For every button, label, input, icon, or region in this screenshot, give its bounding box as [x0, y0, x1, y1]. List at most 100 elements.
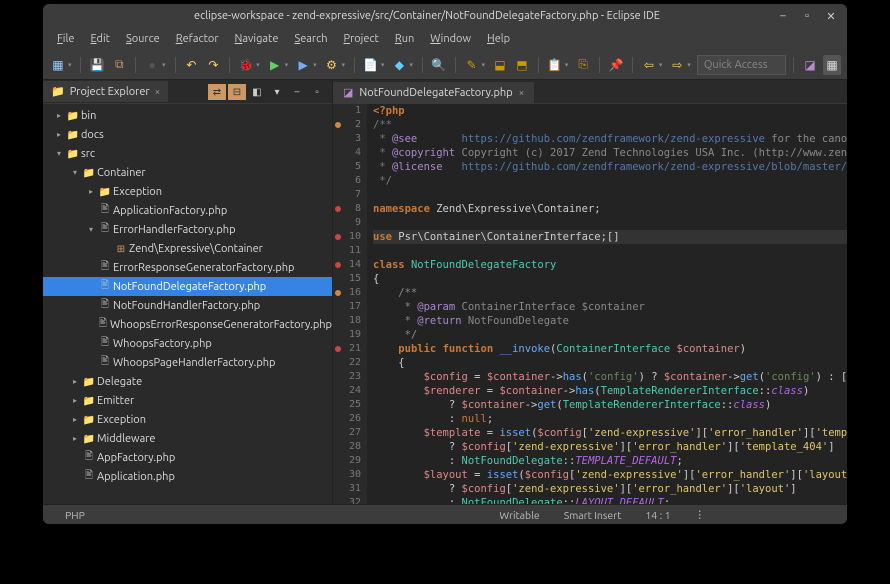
minimize-button[interactable]: – — [777, 10, 789, 22]
menu-source[interactable]: Source — [118, 30, 168, 48]
tree-arrow-icon[interactable]: ▾ — [85, 225, 97, 234]
run-button[interactable]: ▶ — [266, 55, 284, 75]
code-line[interactable]: * @param ContainerInterface $container — [373, 300, 847, 314]
tree-arrow-icon[interactable]: ▸ — [53, 130, 65, 139]
code-line[interactable]: $layout = isset($config['zend-expressive… — [373, 468, 847, 482]
close-icon[interactable]: × — [155, 86, 161, 97]
gutter-line[interactable]: 8 — [333, 202, 361, 216]
tree-arrow-icon[interactable]: ▸ — [53, 111, 65, 120]
status-insertmode[interactable]: Smart Insert — [552, 509, 634, 521]
gutter-line[interactable]: 16 — [333, 286, 361, 300]
menu-run[interactable]: Run — [387, 30, 422, 48]
gutter-line[interactable]: 11 — [333, 244, 361, 258]
gutter-line[interactable]: 30 — [333, 468, 361, 482]
search-button[interactable]: 🔍 — [430, 55, 448, 75]
tree-item[interactable]: ▾📁 src — [43, 144, 332, 163]
gutter-line[interactable]: 32 — [333, 496, 361, 504]
quick-access-input[interactable]: Quick Access — [697, 55, 786, 75]
project-tree[interactable]: ▸📁 bin▸📁 docs▾📁 src▾📁 Container▸📁 Except… — [43, 104, 332, 504]
tree-arrow-icon[interactable]: ▸ — [69, 377, 81, 386]
error-marker-icon[interactable] — [335, 346, 341, 352]
collapse-all-button[interactable]: ⊟ — [228, 84, 246, 100]
code-line[interactable]: namespace Zend\Expressive\Container; — [373, 202, 847, 216]
gutter-line[interactable]: 10 — [333, 230, 361, 244]
tree-item[interactable]: ▸📁 Delegate — [43, 372, 332, 391]
tree-item[interactable]: ⊞ Zend\Expressive\Container — [43, 239, 332, 258]
status-menu[interactable]: ⋮ — [683, 508, 718, 521]
code-line[interactable]: : NotFoundDelegate::TEMPLATE_DEFAULT; — [373, 454, 847, 468]
bookmark-button[interactable]: ⬒ — [513, 55, 531, 75]
minimize-view-button[interactable]: – — [288, 84, 306, 100]
build-button[interactable]: ● — [143, 55, 161, 75]
undo-button[interactable]: ↶ — [182, 55, 200, 75]
code-content[interactable]: <?php/** * @see https://github.com/zendf… — [367, 104, 847, 504]
tree-arrow-icon[interactable]: ▸ — [69, 396, 81, 405]
gutter-line[interactable]: 25 — [333, 398, 361, 412]
menu-search[interactable]: Search — [286, 30, 335, 48]
editor-tab[interactable]: ◪ NotFoundDelegateFactory.php × — [333, 82, 534, 103]
gutter-line[interactable]: 19 — [333, 328, 361, 342]
gutter-line[interactable]: 4 — [333, 146, 361, 160]
toggle-mark-button[interactable]: ✎ — [463, 55, 481, 75]
warning-marker-icon[interactable] — [335, 290, 341, 296]
gutter-line[interactable]: 26 — [333, 412, 361, 426]
code-line[interactable]: public function __invoke(ContainerInterf… — [373, 342, 847, 356]
code-line[interactable]: /** — [373, 286, 847, 300]
link-editor-button[interactable]: ⇄ — [208, 84, 226, 100]
code-line[interactable]: * @license https://github.com/zendframew… — [373, 160, 847, 174]
tree-item[interactable]: ▸📁 Emitter — [43, 391, 332, 410]
status-writable[interactable]: Writable — [487, 509, 551, 521]
gutter-line[interactable]: 6 — [333, 174, 361, 188]
gutter-line[interactable]: 3 — [333, 132, 361, 146]
tree-arrow-icon[interactable]: ▾ — [53, 149, 65, 158]
code-line[interactable]: ? $config['zend-expressive']['error_hand… — [373, 482, 847, 496]
code-line[interactable]: $template = isset($config['zend-expressi… — [373, 426, 847, 440]
menu-file[interactable]: File — [49, 30, 82, 48]
menu-window[interactable]: Window — [422, 30, 479, 48]
tree-item[interactable]: 🖹 WhoopsFactory.php — [43, 334, 332, 353]
tree-item[interactable]: ▸📁 Exception — [43, 410, 332, 429]
code-line[interactable]: */ — [373, 174, 847, 188]
save-all-button[interactable]: ⧉ — [110, 55, 128, 75]
code-editor[interactable]: 1234567891011141516171819212223242526272… — [333, 104, 847, 504]
code-line[interactable]: : NotFoundDelegate::LAYOUT_DEFAULT; — [373, 496, 847, 504]
gutter-line[interactable]: 31 — [333, 482, 361, 496]
code-line[interactable]: class NotFoundDelegateFactory — [373, 258, 847, 272]
gutter-line[interactable]: 22 — [333, 356, 361, 370]
gutter-line[interactable]: 9 — [333, 216, 361, 230]
error-marker-icon[interactable] — [335, 234, 341, 240]
gutter-line[interactable]: 15 — [333, 272, 361, 286]
task-button[interactable]: ⬓ — [491, 55, 509, 75]
code-line[interactable]: ? $container->get(TemplateRendererInterf… — [373, 398, 847, 412]
gutter-line[interactable]: 29 — [333, 454, 361, 468]
focus-button[interactable]: ◧ — [248, 84, 266, 100]
tree-item[interactable]: 🖹 AppFactory.php — [43, 448, 332, 467]
code-line[interactable]: : null; — [373, 412, 847, 426]
tree-item[interactable]: 🖹 ErrorResponseGeneratorFactory.php — [43, 258, 332, 277]
titlebar[interactable]: eclipse-workspace - zend-expressive/src/… — [43, 4, 847, 28]
gutter-line[interactable]: 7 — [333, 188, 361, 202]
tree-item[interactable]: ▸📁 bin — [43, 106, 332, 125]
maximize-button[interactable]: ▫ — [801, 10, 813, 22]
tree-item[interactable]: 🖹 WhoopsPageHandlerFactory.php — [43, 353, 332, 372]
gutter-line[interactable]: 23 — [333, 370, 361, 384]
maximize-view-button[interactable]: ▫ — [308, 84, 326, 100]
open-perspective-button[interactable]: ▦ — [823, 55, 841, 75]
code-line[interactable]: * @return NotFoundDelegate — [373, 314, 847, 328]
status-position[interactable]: 14 : 1 — [633, 509, 682, 521]
tree-item[interactable]: 🖹 NotFoundDelegateFactory.php — [43, 277, 332, 296]
debug-button[interactable]: 🐞 — [237, 55, 255, 75]
tree-item[interactable]: 🖹 WhoopsErrorResponseGeneratorFactory.ph… — [43, 315, 332, 334]
perspective-php-button[interactable]: ◪ — [801, 55, 819, 75]
code-line[interactable]: { — [373, 272, 847, 286]
line-gutter[interactable]: 1234567891011141516171819212223242526272… — [333, 104, 367, 504]
code-line[interactable] — [373, 188, 847, 202]
menu-navigate[interactable]: Navigate — [227, 30, 287, 48]
redo-button[interactable]: ↷ — [204, 55, 222, 75]
tree-item[interactable]: ▸📁 docs — [43, 125, 332, 144]
tree-arrow-icon[interactable]: ▸ — [69, 434, 81, 443]
code-line[interactable]: ? $config['zend-expressive']['error_hand… — [373, 440, 847, 454]
warning-marker-icon[interactable] — [335, 122, 341, 128]
code-line[interactable]: { — [373, 356, 847, 370]
code-line[interactable] — [373, 244, 847, 258]
